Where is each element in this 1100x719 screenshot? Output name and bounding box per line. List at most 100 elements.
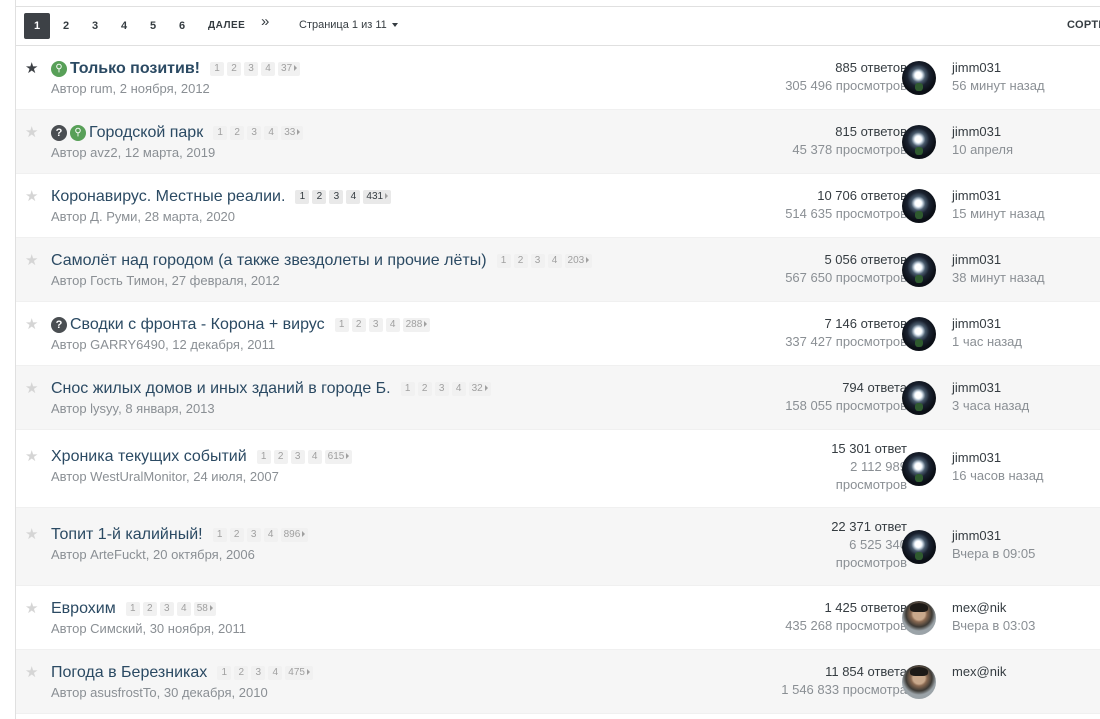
topic-page-link[interactable]: 1 — [213, 126, 228, 140]
next-page-link[interactable]: ДАЛЕЕ — [208, 13, 245, 39]
avatar[interactable] — [902, 189, 936, 223]
last-poster-link[interactable]: jimm031 — [952, 449, 1044, 467]
page-link-3[interactable]: 3 — [85, 13, 105, 39]
page-link-2[interactable]: 2 — [56, 13, 76, 39]
topic-title-link[interactable]: Коронавирус. Местные реалии. — [51, 188, 285, 206]
star-icon[interactable]: ★ — [25, 317, 38, 332]
topic-page-link[interactable]: 3 — [159, 602, 174, 616]
topic-page-link[interactable]: 2 — [513, 254, 528, 268]
star-icon[interactable]: ★ — [25, 527, 38, 542]
topic-page-link[interactable]: 4 — [307, 450, 322, 464]
last-post-time[interactable]: 56 минут назад — [952, 77, 1045, 95]
topic-page-link[interactable]: 4 — [451, 382, 466, 396]
topic-page-link[interactable]: 2 — [227, 62, 242, 76]
page-link-6[interactable]: 6 — [172, 13, 192, 39]
topic-title-link[interactable]: Только позитив! — [70, 60, 200, 78]
avatar[interactable] — [902, 665, 936, 699]
topic-author-date[interactable]: Автор lysyy, 8 января, 2013 — [51, 401, 215, 416]
topic-page-link[interactable]: 4 — [547, 254, 562, 268]
page-link-4[interactable]: 4 — [114, 13, 134, 39]
page-jump-dropdown[interactable]: Страница 1 из 11 — [299, 19, 398, 31]
last-poster-link[interactable]: jimm031 — [952, 315, 1022, 333]
topic-last-page-link[interactable]: 475 — [285, 666, 313, 680]
topic-page-link[interactable]: 3 — [247, 126, 262, 140]
last-post-time[interactable]: 15 минут назад — [952, 205, 1045, 223]
topic-title-link[interactable]: Снос жилых домов и иных зданий в городе … — [51, 380, 391, 398]
topic-page-link[interactable]: 2 — [142, 602, 157, 616]
topic-page-link[interactable]: 4 — [264, 126, 279, 140]
topic-page-link[interactable]: 3 — [434, 382, 449, 396]
last-post-time[interactable]: Вчера в 09:05 — [952, 545, 1035, 563]
topic-page-link[interactable]: 4 — [346, 190, 361, 204]
last-post-time[interactable]: 16 часов назад — [952, 467, 1044, 485]
topic-title-link[interactable]: Городской парк — [89, 124, 203, 142]
topic-page-link[interactable]: 3 — [530, 254, 545, 268]
last-poster-link[interactable]: jimm031 — [952, 123, 1013, 141]
last-post-time[interactable]: 3 часа назад — [952, 397, 1029, 415]
topic-page-link[interactable]: 4 — [263, 528, 278, 542]
last-poster-link[interactable]: jimm031 — [952, 379, 1029, 397]
topic-author-date[interactable]: Автор GARRY6490, 12 декабря, 2011 — [51, 337, 275, 352]
topic-last-page-link[interactable]: 896 — [280, 528, 309, 542]
topic-author-date[interactable]: Автор asusfrostTo, 30 декабря, 2010 — [51, 685, 268, 700]
topic-title-link[interactable]: Хроника текущих событий — [51, 448, 247, 466]
topic-last-page-link[interactable]: 32 — [468, 382, 491, 396]
last-poster-link[interactable]: jimm031 — [952, 527, 1035, 545]
topic-page-link[interactable]: 3 — [290, 450, 305, 464]
topic-last-page-link[interactable]: 615 — [324, 450, 353, 464]
topic-page-link[interactable]: 1 — [496, 254, 511, 268]
last-poster-link[interactable]: jimm031 — [952, 187, 1045, 205]
star-icon[interactable]: ★ — [25, 61, 38, 76]
last-post-time[interactable]: Вчера в 03:03 — [952, 617, 1035, 635]
topic-page-link[interactable]: 2 — [234, 666, 249, 680]
topic-last-page-link[interactable]: 203 — [564, 254, 593, 268]
topic-author-date[interactable]: Автор rum, 2 ноября, 2012 — [51, 81, 210, 96]
topic-page-link[interactable]: 1 — [400, 382, 415, 396]
topic-author-date[interactable]: Автор ArteFuckt, 20 октября, 2006 — [51, 547, 255, 562]
topic-page-link[interactable]: 4 — [268, 666, 283, 680]
topic-page-link[interactable]: 2 — [273, 450, 288, 464]
topic-page-link[interactable]: 1 — [334, 318, 349, 332]
topic-page-link[interactable]: 3 — [368, 318, 383, 332]
topic-page-link[interactable]: 2 — [230, 126, 245, 140]
topic-page-link[interactable]: 1 — [217, 666, 232, 680]
last-post-time[interactable]: 10 апреля — [952, 141, 1013, 159]
topic-page-link[interactable]: 4 — [261, 62, 276, 76]
topic-title-link[interactable]: Самолёт над городом (а также звездолеты … — [51, 252, 487, 270]
topic-page-link[interactable]: 1 — [212, 528, 227, 542]
last-poster-link[interactable]: jimm031 — [952, 59, 1045, 77]
avatar[interactable] — [902, 125, 936, 159]
avatar[interactable] — [902, 317, 936, 351]
topic-page-link[interactable]: 2 — [417, 382, 432, 396]
star-icon[interactable]: ★ — [25, 253, 38, 268]
last-poster-link[interactable]: mex@nik — [952, 663, 1006, 681]
last-poster-link[interactable]: jimm031 — [952, 251, 1045, 269]
topic-page-link[interactable]: 3 — [244, 62, 259, 76]
topic-author-date[interactable]: Автор Гость Тимон, 27 февраля, 2012 — [51, 273, 280, 288]
topic-last-page-link[interactable]: 288 — [402, 318, 431, 332]
topic-title-link[interactable]: Погода в Березниках — [51, 664, 207, 682]
topic-page-link[interactable]: 2 — [229, 528, 244, 542]
topic-author-date[interactable]: Автор WestUralMonitor, 24 июля, 2007 — [51, 469, 279, 484]
avatar[interactable] — [902, 61, 936, 95]
page-link-5[interactable]: 5 — [143, 13, 163, 39]
topic-page-link[interactable]: 2 — [312, 190, 327, 204]
topic-title-link[interactable]: Сводки с фронта - Корона + вирус — [70, 316, 325, 334]
last-page-icon[interactable]: » — [261, 13, 269, 39]
topic-page-link[interactable]: 3 — [251, 666, 266, 680]
avatar[interactable] — [902, 452, 936, 486]
star-icon[interactable]: ★ — [25, 449, 38, 464]
avatar[interactable] — [902, 601, 936, 635]
topic-author-date[interactable]: Автор avz2, 12 марта, 2019 — [51, 145, 215, 160]
topic-page-link[interactable]: 1 — [210, 62, 225, 76]
topic-title-link[interactable]: Еврохим — [51, 600, 116, 618]
avatar[interactable] — [902, 530, 936, 564]
last-poster-link[interactable]: mex@nik — [952, 599, 1035, 617]
topic-last-page-link[interactable]: 58 — [193, 602, 216, 616]
avatar[interactable] — [902, 381, 936, 415]
topic-page-link[interactable]: 3 — [329, 190, 344, 204]
topic-page-link[interactable]: 3 — [246, 528, 261, 542]
star-icon[interactable]: ★ — [25, 381, 38, 396]
topic-page-link[interactable]: 2 — [351, 318, 366, 332]
topic-author-date[interactable]: Автор Д. Руми, 28 марта, 2020 — [51, 209, 235, 224]
